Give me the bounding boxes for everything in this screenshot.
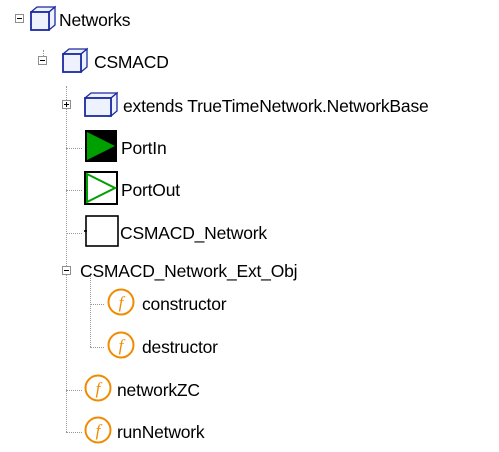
tree-item-label: CSMACD [94, 51, 169, 72]
collapse-toggle[interactable] [38, 56, 47, 65]
port-in-icon [84, 129, 118, 168]
tree-connector-line [66, 390, 82, 391]
tree-item-label: networkZC [117, 379, 200, 400]
collapse-toggle[interactable] [62, 266, 71, 275]
tree-item-label: PortIn [121, 137, 167, 158]
tree-connector-line [66, 432, 82, 433]
tree-item-networks[interactable]: Networks [29, 0, 131, 40]
function-icon: f [106, 287, 136, 322]
tree-item-label: Networks [59, 9, 131, 30]
tree-item-extends-networkbase[interactable]: extends TrueTimeNetwork.NetworkBase [83, 86, 429, 126]
package-icon [29, 5, 57, 36]
tree-item-label: CSMACD_Network [120, 222, 267, 243]
tree-connector-line [90, 304, 104, 305]
expand-toggle[interactable] [62, 100, 71, 109]
block-icon [84, 214, 120, 253]
tree-item-networkzc[interactable]: f networkZC [83, 370, 200, 410]
function-icon: f [83, 415, 113, 450]
tree-item-csmacd[interactable]: CSMACD [61, 42, 169, 82]
tree-item-label: CSMACD_Network_Ext_Obj [80, 260, 298, 281]
tree-item-label: constructor [142, 293, 227, 314]
tree-connector-line [66, 86, 67, 432]
tree-connector-line [66, 190, 82, 191]
tree-item-label: PortOut [121, 179, 180, 200]
tree-item-portin[interactable]: PortIn [84, 128, 167, 168]
port-out-icon [84, 170, 118, 210]
tree-item-csmacd-network[interactable]: CSMACD_Network [84, 213, 267, 253]
tree-item-destructor[interactable]: f destructor [106, 327, 218, 367]
tree-item-runnetwork[interactable]: f runNetwork [83, 412, 205, 452]
tree-connector-line [66, 148, 82, 149]
tree-item-label: destructor [142, 336, 218, 357]
tree-item-portout[interactable]: PortOut [84, 170, 180, 210]
package-icon [83, 91, 119, 122]
tree-item-label: extends TrueTimeNetwork.NetworkBase [123, 95, 429, 116]
function-icon: f [106, 330, 136, 365]
tree-item-constructor[interactable]: f constructor [106, 284, 227, 324]
tree-item-label: runNetwork [117, 421, 205, 442]
tree-connector-line [90, 347, 104, 348]
model-tree: Networks CSMACD extends TrueTimeNetwork.… [0, 0, 499, 448]
function-icon: f [83, 373, 113, 408]
package-icon [61, 47, 89, 78]
collapse-toggle[interactable] [15, 14, 24, 23]
tree-connector-line [66, 233, 82, 234]
